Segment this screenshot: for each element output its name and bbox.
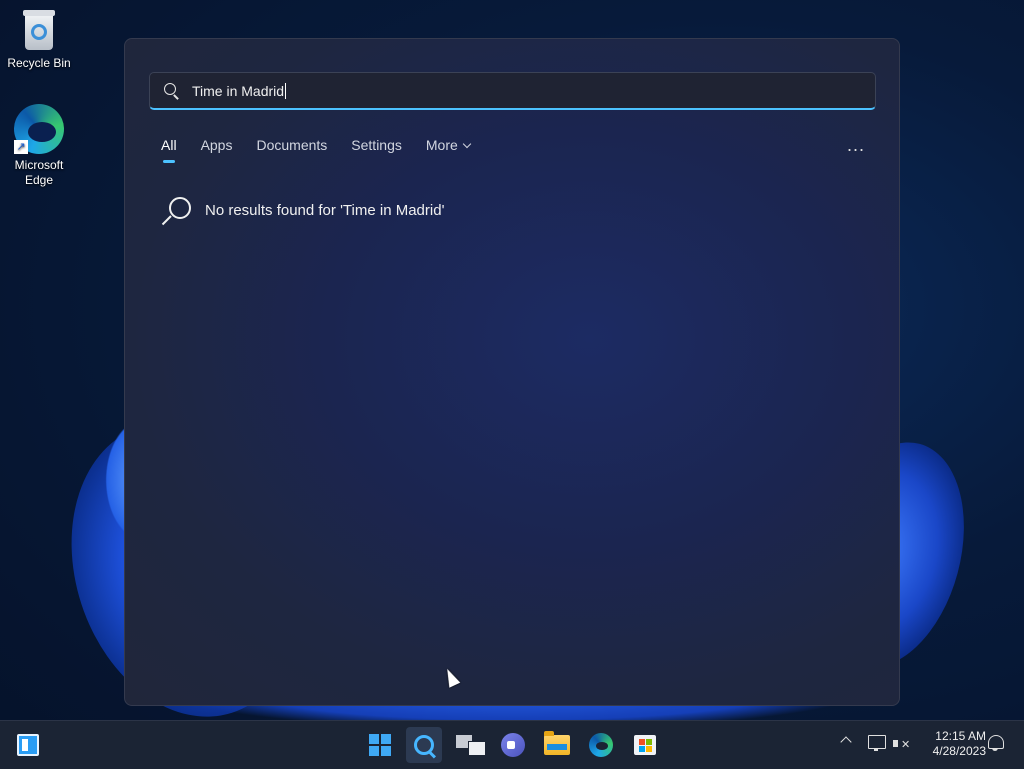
recycle-bin-icon	[21, 8, 57, 52]
search-filter-tabs: All Apps Documents Settings More	[161, 137, 494, 163]
search-input[interactable]: Time in Madrid	[149, 72, 876, 110]
edge-icon	[589, 733, 613, 757]
file-explorer-button[interactable]	[539, 727, 575, 763]
desktop-icon-recycle-bin[interactable]: Recycle Bin	[1, 8, 77, 71]
clock-date: 4/28/2023	[932, 744, 986, 758]
tab-all[interactable]: All	[161, 137, 177, 163]
widgets-icon	[17, 734, 39, 756]
desktop-icon-label: Microsoft Edge	[14, 158, 64, 187]
desktop-icon-label: Recycle Bin	[7, 56, 71, 70]
taskbar-clock[interactable]: 12:15 AM 4/28/2023	[912, 729, 986, 759]
notification-bell-icon[interactable]	[988, 735, 1004, 751]
text-caret	[285, 82, 287, 99]
volume-muted-icon[interactable]: ✕	[893, 736, 911, 752]
clock-time: 12:15 AM	[935, 729, 986, 743]
tab-settings[interactable]: Settings	[351, 137, 402, 153]
search-icon	[414, 735, 434, 755]
more-options-button[interactable]: ...	[847, 135, 865, 156]
tab-apps[interactable]: Apps	[201, 137, 233, 153]
widgets-button[interactable]	[10, 727, 46, 763]
file-explorer-icon	[544, 731, 570, 755]
task-view-icon	[454, 733, 486, 757]
network-icon[interactable]	[868, 735, 886, 751]
no-results-text: No results found for 'Time in Madrid'	[205, 201, 445, 219]
tab-more-label: More	[425, 137, 458, 153]
search-panel: Time in Madrid All Apps Documents Settin…	[124, 38, 900, 706]
search-icon	[161, 195, 191, 226]
start-icon	[369, 734, 391, 756]
chat-button[interactable]	[495, 727, 531, 763]
store-icon	[634, 735, 656, 755]
no-results-message: No results found for 'Time in Madrid'	[161, 195, 445, 226]
search-icon	[164, 82, 180, 100]
task-view-button[interactable]	[451, 727, 487, 763]
store-button[interactable]	[627, 727, 663, 763]
search-query-text: Time in Madrid	[192, 82, 285, 99]
tab-documents[interactable]: Documents	[256, 137, 327, 153]
desktop-icon-microsoft-edge[interactable]: ↗ Microsoft Edge	[1, 104, 77, 188]
edge-button[interactable]	[583, 727, 619, 763]
tab-more[interactable]: More	[425, 137, 472, 153]
edge-icon: ↗	[14, 104, 64, 154]
start-button[interactable]	[362, 727, 398, 763]
taskbar-search-button[interactable]	[406, 727, 442, 763]
chevron-down-icon	[462, 139, 472, 149]
chat-icon	[501, 733, 525, 757]
